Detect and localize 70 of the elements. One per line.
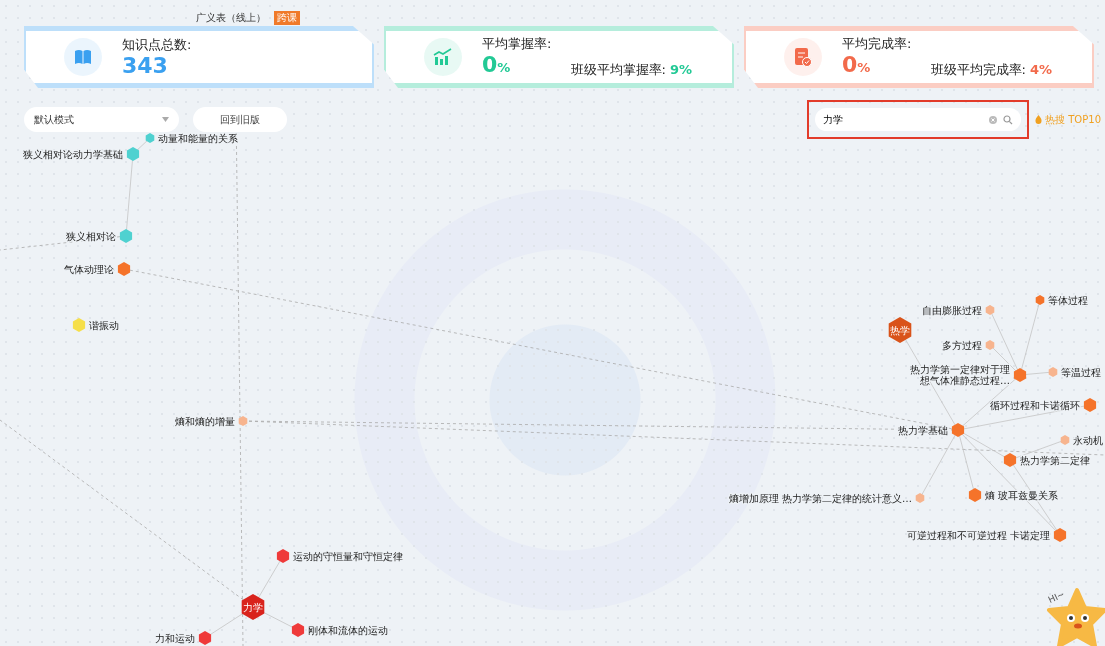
node-label: 广义表（线上） <box>196 11 266 25</box>
graph-node[interactable] <box>1060 435 1070 445</box>
node-label: 永动机 <box>1073 434 1103 446</box>
caret-icon <box>162 117 169 122</box>
class-rate-label: 班级平均完成率: <box>930 61 1026 79</box>
graph-node[interactable] <box>968 488 982 502</box>
stat-title: 知识点总数: <box>122 36 192 54</box>
search-icon[interactable] <box>1003 114 1014 125</box>
node-label: 热力学基础 <box>898 424 948 436</box>
node-label: 热学 <box>890 324 910 336</box>
class-rate-value: 4% <box>1029 62 1052 77</box>
node-label: 谐振动 <box>89 319 119 331</box>
graph-node[interactable] <box>985 305 995 315</box>
node-label: 可逆过程和不可逆过程 卡诺定理 <box>906 529 1050 541</box>
node-label: 等体过程 <box>1048 294 1088 306</box>
node-label: 热力学第二定律 <box>1020 454 1090 466</box>
book-icon <box>74 49 92 65</box>
graph-node[interactable] <box>1013 368 1027 382</box>
graph-node[interactable] <box>1035 295 1045 305</box>
node-label: 力学 <box>243 601 263 613</box>
graph-node[interactable] <box>117 262 131 276</box>
node-label: 运动的守恒量和守恒定律 <box>293 550 403 562</box>
graph-node[interactable] <box>72 318 86 332</box>
graph-node[interactable] <box>198 631 212 645</box>
node-label: 热力学第一定律对于理想气体准静态过程… <box>910 364 1010 386</box>
graph-node[interactable] <box>238 416 248 426</box>
graph-node[interactable] <box>291 623 305 637</box>
node-label: 气体动理论 <box>64 263 114 275</box>
node-label: 动量和能量的关系 <box>158 132 238 144</box>
graph-node[interactable] <box>1053 528 1067 542</box>
mode-dropdown[interactable]: 默认模式 <box>24 107 179 132</box>
stat-value: 343 <box>122 54 169 78</box>
graph-node[interactable] <box>1083 398 1097 412</box>
checklist-icon <box>794 47 812 67</box>
node-label: 等温过程 <box>1061 366 1101 378</box>
node-label: 狭义相对论 <box>66 230 116 242</box>
flame-icon <box>1035 115 1043 124</box>
node-label: 熵 玻耳兹曼关系 <box>985 489 1059 501</box>
stat-title: 平均完成率: <box>842 34 912 53</box>
star-mascot-drawing[interactable] <box>1045 586 1105 646</box>
stat-title: 平均掌握率: <box>482 34 552 53</box>
bar-chart-icon <box>433 48 453 66</box>
search-field[interactable]: 力学 <box>823 114 984 125</box>
node-label: 力和运动 <box>155 632 195 644</box>
graph-node[interactable] <box>241 594 265 620</box>
node-label: 熵和熵的增量 <box>175 415 235 427</box>
stat-value: 0% <box>842 52 872 79</box>
class-rate-label: 班级平均掌握率: <box>570 61 666 79</box>
search-bar[interactable]: 力学 <box>815 108 1022 131</box>
graph-node[interactable] <box>915 493 925 503</box>
graph-node[interactable] <box>1048 367 1058 377</box>
graph-node[interactable] <box>126 147 140 161</box>
graph-node[interactable] <box>1003 453 1017 467</box>
clear-icon[interactable] <box>989 115 998 124</box>
old-version-button[interactable]: 回到旧版 <box>193 107 287 132</box>
tag-label: 跨课 <box>274 11 300 25</box>
graph-node[interactable] <box>119 229 133 243</box>
node-label: 多方过程 <box>942 339 982 351</box>
node-label: 狭义相对论动力学基础 <box>23 148 123 160</box>
node-label: 熵增加原理 热力学第二定律的统计意义… <box>728 492 912 504</box>
stat-value: 0% <box>482 52 512 79</box>
greeting-text: HI~ <box>1046 588 1067 606</box>
graph-node[interactable] <box>276 549 290 563</box>
class-rate-value: 9% <box>669 62 692 77</box>
node-label: 循环过程和卡诺循环 <box>990 399 1080 411</box>
graph-node[interactable] <box>951 423 965 437</box>
graph-node[interactable] <box>985 340 995 350</box>
node-label: 刚体和流体的运动 <box>308 624 388 636</box>
node-label: 自由膨胀过程 <box>922 304 982 316</box>
graph-node[interactable] <box>888 317 912 343</box>
